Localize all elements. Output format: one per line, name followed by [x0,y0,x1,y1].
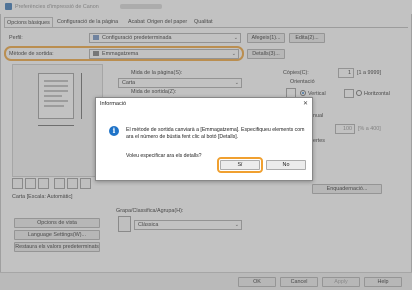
yes-button[interactable]: Sí [220,160,260,170]
dialog-title: Informació [100,101,127,107]
info-icon: i [109,126,119,136]
close-icon[interactable]: ✕ [303,100,308,107]
no-button[interactable]: No [266,160,306,170]
dialog-question: Voleu especificar ara els detalls? [126,153,202,159]
dialog-message: El mètode de sortida canviarà a [Emmagat… [126,127,305,140]
information-dialog: Informació ✕ i El mètode de sortida canv… [95,97,313,181]
